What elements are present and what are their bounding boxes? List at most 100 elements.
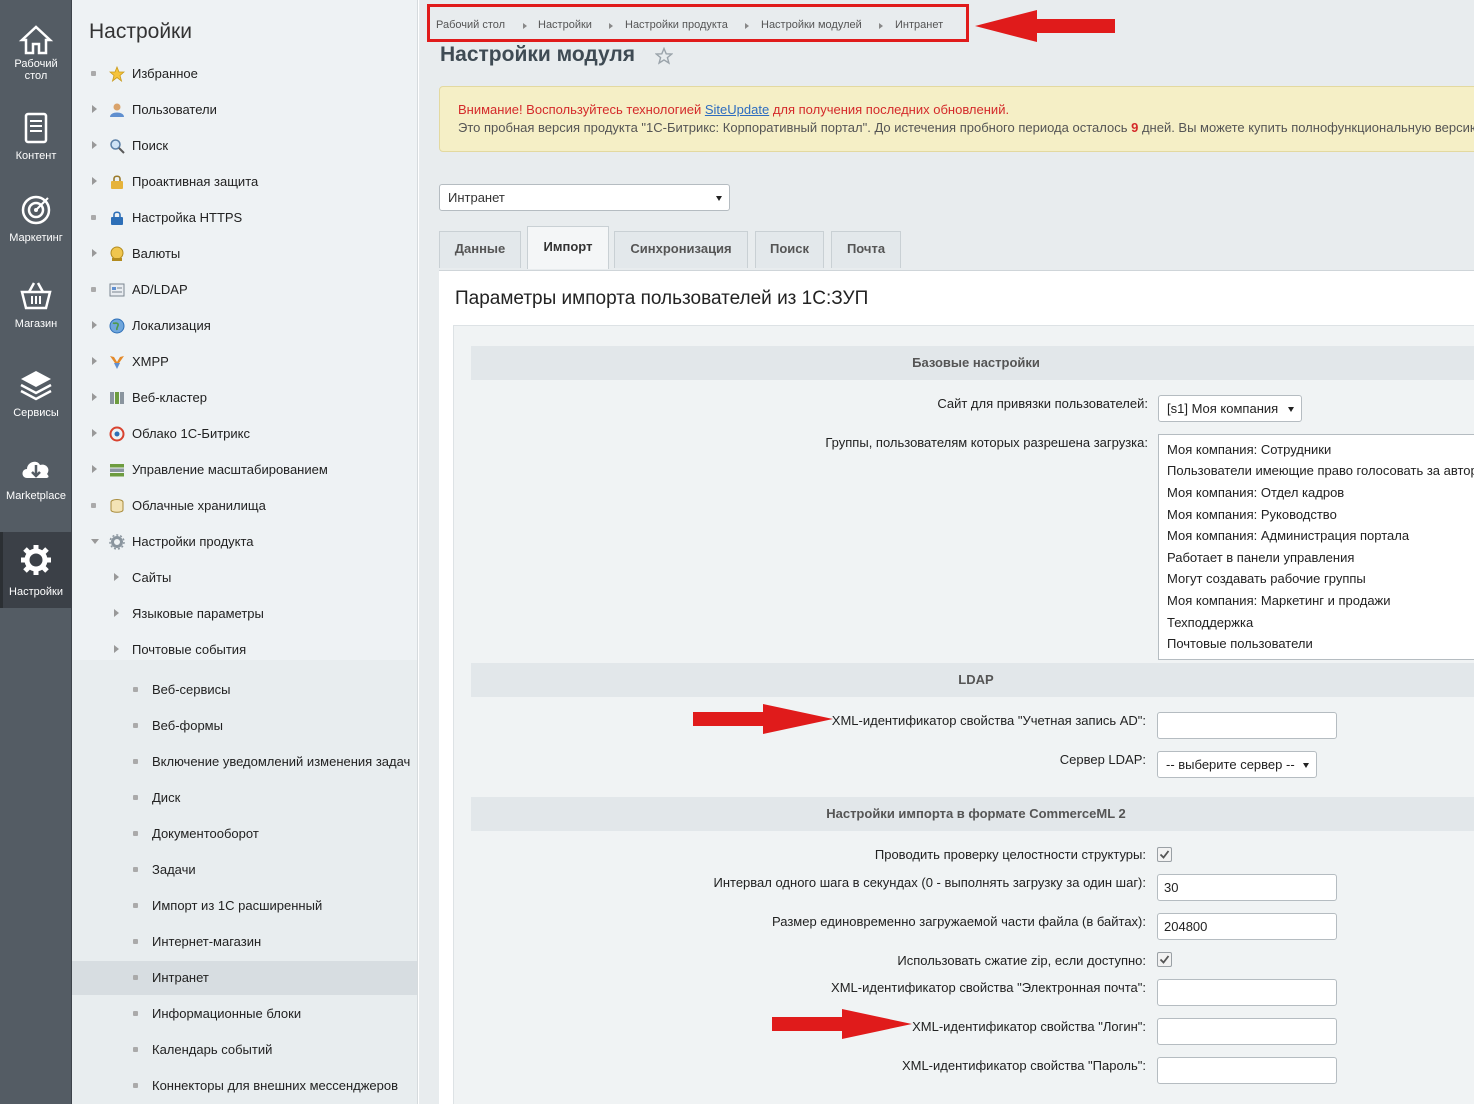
tab-import[interactable]: Импорт: [527, 226, 609, 269]
sidebar-item-localization[interactable]: Локализация: [72, 309, 417, 343]
breadcrumb-item-module-settings[interactable]: Настройки модулей: [761, 19, 862, 31]
sidebar-item-product-settings[interactable]: Настройки продукта: [72, 525, 417, 559]
expand-arrow-icon[interactable]: [114, 609, 119, 617]
sidebar-item-https[interactable]: Настройка HTTPS: [72, 201, 417, 235]
zip-compression-checkbox[interactable]: [1157, 952, 1172, 967]
storage-icon: [110, 499, 124, 513]
nav-item-services[interactable]: Сервисы: [0, 353, 72, 433]
sidebar-item-scaling[interactable]: Управление масштабированием: [72, 453, 417, 487]
nav-item-settings[interactable]: Настройки: [0, 532, 72, 608]
groups-multiselect[interactable]: Моя компания: Сотрудники Пользователи им…: [1158, 434, 1474, 660]
sidebar-item-web-forms[interactable]: Веб-формы: [72, 709, 417, 743]
breadcrumb-item-desktop[interactable]: Рабочий стол: [436, 19, 505, 31]
group-option[interactable]: Моя компания: Маркетинг и продажи: [1167, 593, 1391, 608]
group-option[interactable]: Работает в панели управления: [1167, 550, 1354, 565]
expand-arrow-icon[interactable]: [92, 393, 97, 401]
expand-arrow-icon[interactable]: [92, 465, 97, 473]
nav-item-shop[interactable]: Магазин: [0, 264, 72, 344]
site-binding-select[interactable]: [s1] Моя компания: [1158, 395, 1302, 422]
nav-item-marketing[interactable]: Маркетинг: [0, 178, 72, 258]
tab-mail[interactable]: Почта: [831, 231, 901, 268]
group-option[interactable]: Моя компания: Сотрудники: [1167, 442, 1331, 457]
sidebar-item-sites[interactable]: Сайты: [72, 561, 417, 595]
sidebar-item-language-params[interactable]: Языковые параметры: [72, 597, 417, 631]
sidebar-item-document-flow[interactable]: Документооборот: [72, 817, 417, 851]
expand-arrow-icon[interactable]: [92, 141, 97, 149]
expand-arrow-icon[interactable]: [92, 429, 97, 437]
annotation-arrow-icon: [772, 1009, 912, 1039]
expand-arrow-icon[interactable]: [114, 573, 119, 581]
ldap-server-select[interactable]: -- выберите сервер --: [1157, 751, 1317, 778]
nav-item-content[interactable]: Контент: [0, 96, 72, 176]
group-option[interactable]: Почтовые пользователи: [1167, 636, 1313, 651]
expand-arrow-icon[interactable]: [92, 321, 97, 329]
login-xml-input[interactable]: [1157, 1018, 1337, 1045]
sidebar-item-web-services[interactable]: Веб-сервисы: [72, 673, 417, 707]
sidebar-item-ad-ldap[interactable]: AD/LDAP: [72, 273, 417, 307]
sidebar-item-1c-import[interactable]: Импорт из 1С расширенный: [72, 889, 417, 923]
sidebar-item-label: Пользователи: [132, 102, 217, 117]
sidebar-item-cloud-storage[interactable]: Облачные хранилища: [72, 489, 417, 523]
nav-label: Рабочий стол: [14, 58, 58, 82]
notice-text: дней. Вы можете купить полнофункциональн…: [1138, 120, 1474, 135]
expand-arrow-icon[interactable]: [114, 645, 119, 653]
sidebar-item-proactive[interactable]: Проактивная защита: [72, 165, 417, 199]
sidebar-item-users[interactable]: Пользователи: [72, 93, 417, 127]
breadcrumb-item-product-settings[interactable]: Настройки продукта: [625, 19, 728, 31]
expand-arrow-icon[interactable]: [92, 249, 97, 257]
chunk-size-label: Размер единовременно загружаемой части ф…: [772, 914, 1146, 929]
tab-data[interactable]: Данные: [439, 231, 521, 268]
sidebar-item-iblocks[interactable]: Информационные блоки: [72, 997, 417, 1031]
settings-sidebar: Настройки Избранное Пользователи Поиск П…: [72, 0, 418, 1104]
cloud-download-icon: [22, 461, 49, 478]
import-settings-panel: Параметры импорта пользователей из 1С:ЗУ…: [439, 270, 1474, 1104]
breadcrumb-item-settings[interactable]: Настройки: [538, 19, 592, 31]
ad-account-input[interactable]: [1157, 712, 1337, 739]
sidebar-item-calendar[interactable]: Календарь событий: [72, 1033, 417, 1067]
collapse-arrow-icon[interactable]: [91, 539, 99, 544]
sidebar-item-label: Языковые параметры: [132, 606, 264, 621]
expand-arrow-icon[interactable]: [92, 105, 97, 113]
group-option[interactable]: Техподдержка: [1167, 615, 1253, 630]
nav-label: Маркетинг: [9, 232, 63, 244]
sidebar-item-web-cluster[interactable]: Веб-кластер: [72, 381, 417, 415]
bullet: [133, 975, 138, 980]
sidebar-item-task-notifications[interactable]: Включение уведомлений изменения задач: [72, 745, 417, 779]
group-option[interactable]: Пользователи имеющие право голосовать за…: [1167, 463, 1474, 478]
search-icon: [110, 139, 125, 154]
sidebar-item-mail-events[interactable]: Почтовые события: [72, 633, 417, 667]
sidebar-item-tasks[interactable]: Задачи: [72, 853, 417, 887]
step-interval-input[interactable]: [1157, 874, 1337, 901]
group-option[interactable]: Моя компания: Отдел кадров: [1167, 485, 1344, 500]
group-option[interactable]: Моя компания: Администрация портала: [1167, 528, 1409, 543]
expand-arrow-icon[interactable]: [92, 357, 97, 365]
sidebar-item-currencies[interactable]: Валюты: [72, 237, 417, 271]
integrity-check-checkbox[interactable]: [1157, 847, 1172, 862]
sidebar-item-xmpp[interactable]: XMPP: [72, 345, 417, 379]
nav-item-desktop[interactable]: Рабочий стол: [0, 8, 72, 88]
group-option[interactable]: Могут создавать рабочие группы: [1167, 571, 1366, 586]
sidebar-item-intranet[interactable]: Интранет: [72, 961, 417, 995]
sidebar-item-disk[interactable]: Диск: [72, 781, 417, 815]
sidebar-item-label: Веб-кластер: [132, 390, 207, 405]
chunk-size-input[interactable]: [1157, 913, 1337, 940]
tab-sync[interactable]: Синхронизация: [614, 231, 748, 268]
sidebar-item-eshop[interactable]: Интернет-магазин: [72, 925, 417, 959]
step-interval-label: Интервал одного шага в секундах (0 - вып…: [713, 875, 1147, 890]
password-xml-input[interactable]: [1157, 1057, 1337, 1084]
sidebar-item-search[interactable]: Поиск: [72, 129, 417, 163]
sidebar-item-messenger-connectors[interactable]: Коннекторы для внешних мессенджеров: [72, 1069, 417, 1103]
sidebar-item-label: Управление масштабированием: [132, 462, 328, 477]
favorite-star-icon[interactable]: [655, 47, 673, 65]
sidebar-item-favorites[interactable]: Избранное: [72, 57, 417, 91]
expand-arrow-icon[interactable]: [92, 177, 97, 185]
sidebar-item-bitrix-cloud[interactable]: Облако 1С-Битрикс: [72, 417, 417, 451]
module-site-select[interactable]: Интранет: [439, 184, 730, 211]
nav-item-marketplace[interactable]: Marketplace: [0, 436, 72, 516]
email-xml-input[interactable]: [1157, 979, 1337, 1006]
group-option[interactable]: Моя компания: Руководство: [1167, 507, 1337, 522]
bullet: [133, 723, 138, 728]
tab-search[interactable]: Поиск: [755, 231, 824, 268]
siteupdate-link[interactable]: SiteUpdate: [705, 102, 769, 117]
breadcrumb-item-intranet[interactable]: Интранет: [895, 19, 943, 31]
